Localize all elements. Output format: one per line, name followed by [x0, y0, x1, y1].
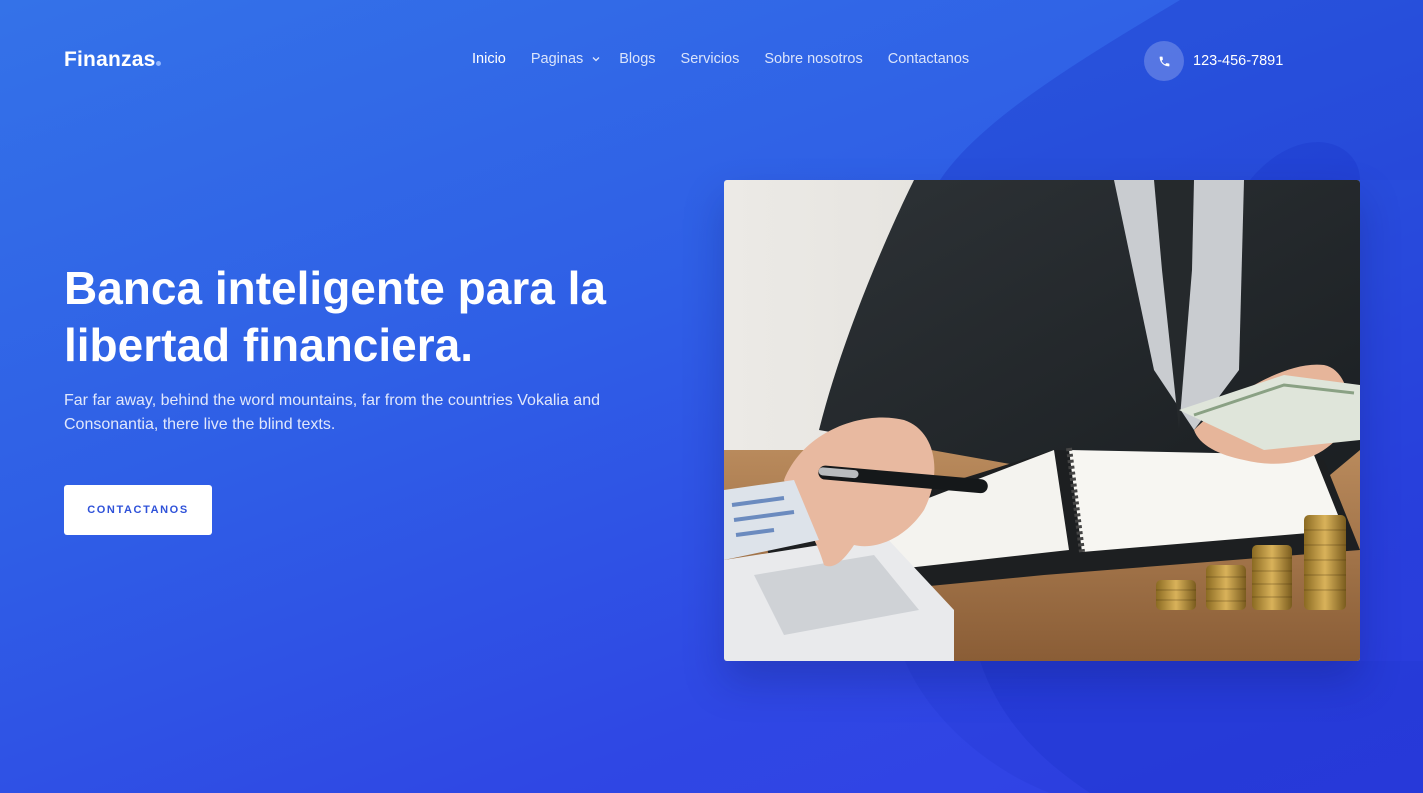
- brand-logo-dot: [156, 61, 162, 66]
- hero-page: Finanzas Inicio Paginas Blogs Servicios …: [0, 0, 1423, 793]
- phone-contact[interactable]: 123-456-7891: [1144, 41, 1283, 81]
- hero-image: [724, 180, 1360, 661]
- phone-icon: [1159, 56, 1169, 66]
- nav-item-paginas-label: Paginas: [530, 51, 584, 67]
- brand-logo[interactable]: Finanzas: [64, 48, 162, 72]
- hero-description: Far far away, behind the word mountains,…: [64, 392, 600, 433]
- phone-icon-circle: [1144, 41, 1184, 81]
- nav-item-sobre-nosotros[interactable]: Sobre nosotros: [764, 51, 862, 67]
- nav-item-blogs[interactable]: Blogs: [619, 51, 655, 67]
- main-nav: Inicio Paginas Blogs Servicios Sobre nos…: [472, 51, 969, 67]
- phone-number: 123-456-7891: [1193, 53, 1284, 69]
- chevron-down-icon: [592, 57, 600, 62]
- hero-title: Banca inteligente para la libertad finan…: [64, 262, 606, 371]
- nav-item-paginas[interactable]: Paginas: [531, 51, 601, 67]
- nav-item-contactanos[interactable]: Contactanos: [888, 51, 969, 67]
- contact-cta-button[interactable]: CONTACTANOS: [64, 485, 212, 535]
- finance-photo-illustration: [724, 180, 1360, 661]
- nav-item-inicio[interactable]: Inicio: [472, 51, 506, 67]
- nav-item-servicios[interactable]: Servicios: [681, 51, 740, 67]
- brand-name: Finanzas: [64, 48, 156, 71]
